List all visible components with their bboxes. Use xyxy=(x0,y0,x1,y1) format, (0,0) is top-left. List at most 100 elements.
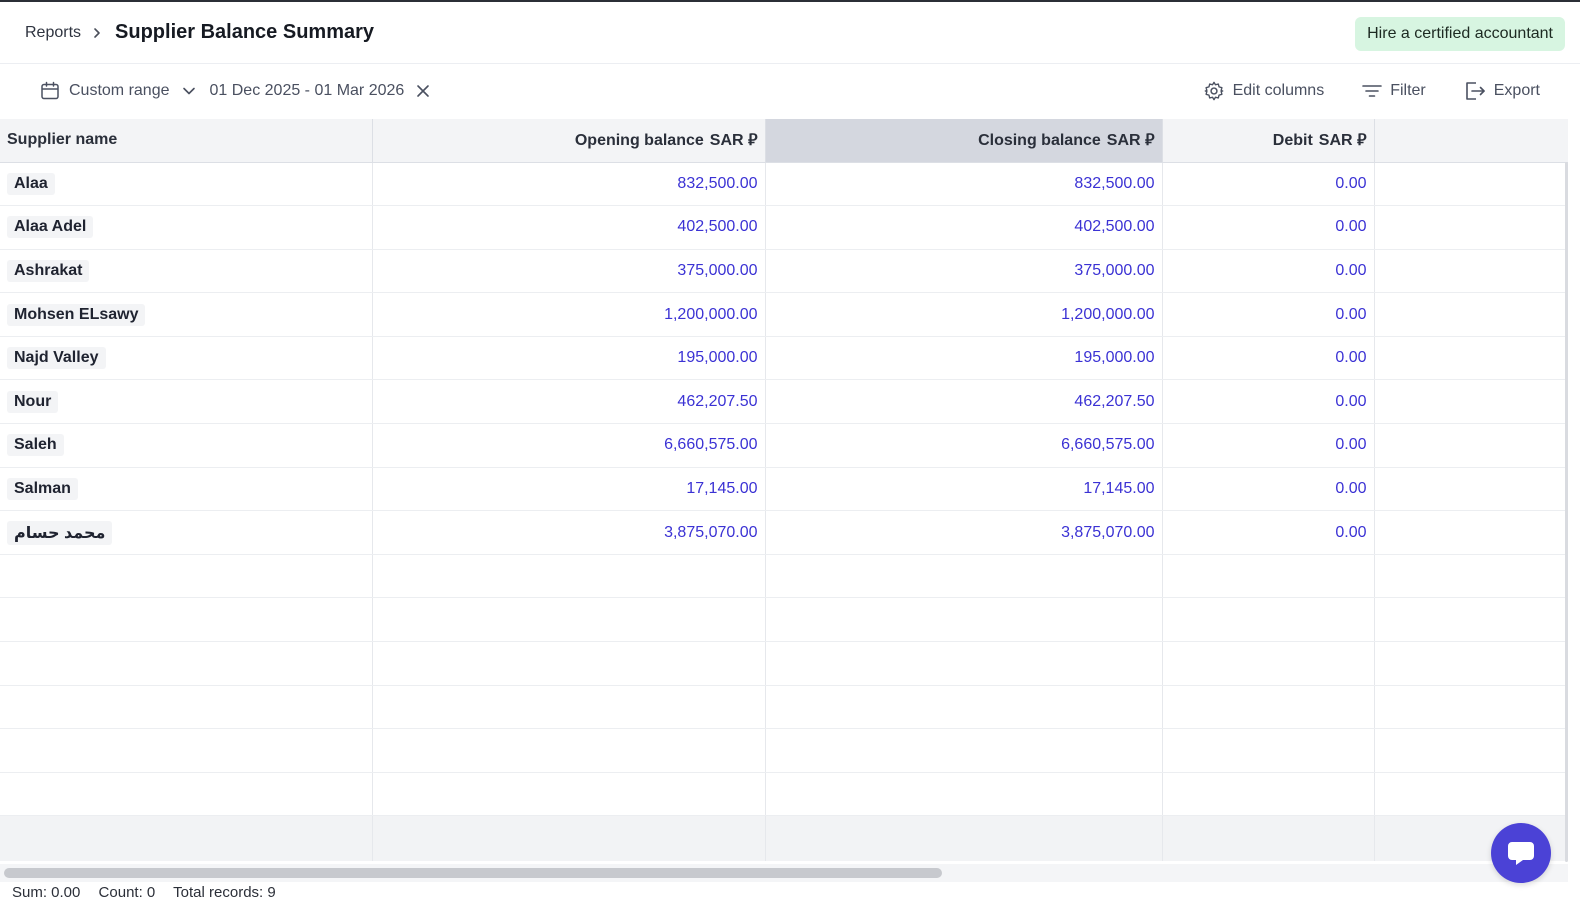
table-row[interactable]: Ashrakat 375,000.00 375,000.00 0.00 xyxy=(0,249,1568,294)
empty-row xyxy=(0,728,1568,773)
opening-balance-cell[interactable]: 402,500.00 xyxy=(372,205,766,250)
export-button[interactable]: Export xyxy=(1464,81,1540,101)
column-header-closing-balance[interactable]: Closing balance SAR ⃁ xyxy=(765,119,1163,163)
table-header-row: Supplier name Opening balance SAR ⃁ Closi… xyxy=(0,119,1568,163)
empty-cell xyxy=(1374,162,1568,207)
close-icon[interactable] xyxy=(416,84,430,98)
horizontal-scrollbar-thumb[interactable] xyxy=(4,868,942,878)
debit-cell[interactable]: 0.00 xyxy=(1162,292,1375,337)
closing-balance-cell[interactable]: 3,875,070.00 xyxy=(765,510,1163,555)
breadcrumb-reports[interactable]: Reports xyxy=(25,24,81,42)
opening-balance-cell[interactable]: 1,200,000.00 xyxy=(372,292,766,337)
currency-label: SAR ⃁ xyxy=(1318,132,1367,150)
table-row[interactable]: Najd Valley 195,000.00 195,000.00 0.00 xyxy=(0,336,1568,381)
report-toolbar: Custom range 01 Dec 2025 - 01 Mar 2026 E… xyxy=(0,64,1580,118)
supplier-name[interactable]: محمد حسام xyxy=(7,520,113,545)
closing-balance-cell[interactable]: 402,500.00 xyxy=(765,205,1163,250)
date-range-value[interactable]: 01 Dec 2025 - 01 Mar 2026 xyxy=(210,82,405,100)
filter-label: Filter xyxy=(1390,82,1426,99)
empty-cell xyxy=(1374,292,1568,337)
closing-balance-cell[interactable]: 17,145.00 xyxy=(765,467,1163,512)
hire-accountant-button[interactable]: Hire a certified accountant xyxy=(1355,17,1565,51)
column-header-debit[interactable]: Debit SAR ⃁ xyxy=(1162,119,1375,163)
closing-balance-cell[interactable]: 462,207.50 xyxy=(765,379,1163,425)
chat-button[interactable] xyxy=(1491,823,1551,883)
column-header-empty xyxy=(1374,119,1568,163)
supplier-name-cell: Najd Valley xyxy=(0,336,373,381)
supplier-name-cell: Nour xyxy=(0,379,373,425)
supplier-name-cell: محمد حسام xyxy=(0,510,373,555)
status-sum: Sum: 0.00 xyxy=(12,884,81,899)
closing-balance-cell[interactable]: 832,500.00 xyxy=(765,162,1163,207)
date-range-selector[interactable]: Custom range xyxy=(40,81,210,101)
supplier-name-cell: Saleh xyxy=(0,423,373,468)
supplier-name[interactable]: Ashrakat xyxy=(7,259,90,282)
currency-label: SAR ⃁ xyxy=(1106,132,1155,150)
supplier-name-cell: Ashrakat xyxy=(0,249,373,294)
column-header-supplier-name[interactable]: Supplier name xyxy=(0,119,373,163)
edit-columns-button[interactable]: Edit columns xyxy=(1203,80,1324,102)
status-count: Count: 0 xyxy=(98,884,156,899)
column-header-label: Opening balance xyxy=(574,132,704,150)
empty-cell xyxy=(1374,205,1568,250)
debit-cell[interactable]: 0.00 xyxy=(1162,423,1375,468)
table-footer-row xyxy=(0,815,1568,861)
empty-row xyxy=(0,772,1568,817)
closing-balance-cell[interactable]: 1,200,000.00 xyxy=(765,292,1163,337)
vertical-scrollbar[interactable] xyxy=(1565,162,1568,862)
calendar-icon xyxy=(40,81,60,101)
table-row[interactable]: محمد حسام 3,875,070.00 3,875,070.00 0.00 xyxy=(0,510,1568,555)
currency-label: SAR ⃁ xyxy=(709,132,758,150)
supplier-name[interactable]: Mohsen ELsawy xyxy=(7,303,146,326)
filter-icon xyxy=(1362,83,1382,99)
horizontal-scrollbar[interactable] xyxy=(0,864,1568,882)
empty-row xyxy=(0,554,1568,599)
opening-balance-cell[interactable]: 375,000.00 xyxy=(372,249,766,294)
supplier-name-cell: Salman xyxy=(0,467,373,512)
opening-balance-cell[interactable]: 6,660,575.00 xyxy=(372,423,766,468)
empty-row xyxy=(0,641,1568,686)
debit-cell[interactable]: 0.00 xyxy=(1162,379,1375,425)
debit-cell[interactable]: 0.00 xyxy=(1162,249,1375,294)
opening-balance-cell[interactable]: 3,875,070.00 xyxy=(372,510,766,555)
supplier-name[interactable]: Alaa Adel xyxy=(7,216,94,239)
table-row[interactable]: Alaa Adel 402,500.00 402,500.00 0.00 xyxy=(0,205,1568,250)
column-header-opening-balance[interactable]: Opening balance SAR ⃁ xyxy=(372,119,766,163)
toolbar-actions: Edit columns Filter Export xyxy=(1203,64,1540,118)
empty-cell xyxy=(1374,336,1568,381)
supplier-balance-table: Supplier name Opening balance SAR ⃁ Closi… xyxy=(0,119,1568,861)
opening-balance-cell[interactable]: 832,500.00 xyxy=(372,162,766,207)
table-row[interactable]: Salman 17,145.00 17,145.00 0.00 xyxy=(0,467,1568,512)
table-row[interactable]: Mohsen ELsawy 1,200,000.00 1,200,000.00 … xyxy=(0,292,1568,337)
opening-balance-cell[interactable]: 17,145.00 xyxy=(372,467,766,512)
report-grid: Supplier name Opening balance SAR ⃁ Closi… xyxy=(0,119,1568,864)
closing-balance-cell[interactable]: 6,660,575.00 xyxy=(765,423,1163,468)
empty-cell xyxy=(1374,379,1568,425)
range-type-label: Custom range xyxy=(69,82,170,99)
opening-balance-cell[interactable]: 462,207.50 xyxy=(372,379,766,425)
debit-cell[interactable]: 0.00 xyxy=(1162,162,1375,207)
table-row[interactable]: Nour 462,207.50 462,207.50 0.00 xyxy=(0,379,1568,425)
supplier-name[interactable]: Saleh xyxy=(7,434,64,457)
supplier-name[interactable]: Salman xyxy=(7,477,78,500)
empty-cell xyxy=(1374,467,1568,512)
table-row[interactable]: Saleh 6,660,575.00 6,660,575.00 0.00 xyxy=(0,423,1568,468)
table-body: Alaa 832,500.00 832,500.00 0.00 Alaa Ade… xyxy=(0,162,1568,861)
status-bar: Sum: 0.00 Count: 0 Total records: 9 xyxy=(12,884,290,899)
supplier-name[interactable]: Nour xyxy=(7,390,59,413)
top-bar: Reports Supplier Balance Summary Hire a … xyxy=(0,2,1580,64)
table-row[interactable]: Alaa 832,500.00 832,500.00 0.00 xyxy=(0,162,1568,207)
export-icon xyxy=(1464,81,1486,101)
closing-balance-cell[interactable]: 375,000.00 xyxy=(765,249,1163,294)
empty-cell xyxy=(1374,423,1568,468)
debit-cell[interactable]: 0.00 xyxy=(1162,205,1375,250)
supplier-name[interactable]: Alaa xyxy=(7,172,55,195)
closing-balance-cell[interactable]: 195,000.00 xyxy=(765,336,1163,381)
debit-cell[interactable]: 0.00 xyxy=(1162,467,1375,512)
supplier-name[interactable]: Najd Valley xyxy=(7,347,106,370)
filter-button[interactable]: Filter xyxy=(1362,82,1426,100)
debit-cell[interactable]: 0.00 xyxy=(1162,336,1375,381)
debit-cell[interactable]: 0.00 xyxy=(1162,510,1375,555)
column-header-label: Debit xyxy=(1272,132,1313,150)
opening-balance-cell[interactable]: 195,000.00 xyxy=(372,336,766,381)
